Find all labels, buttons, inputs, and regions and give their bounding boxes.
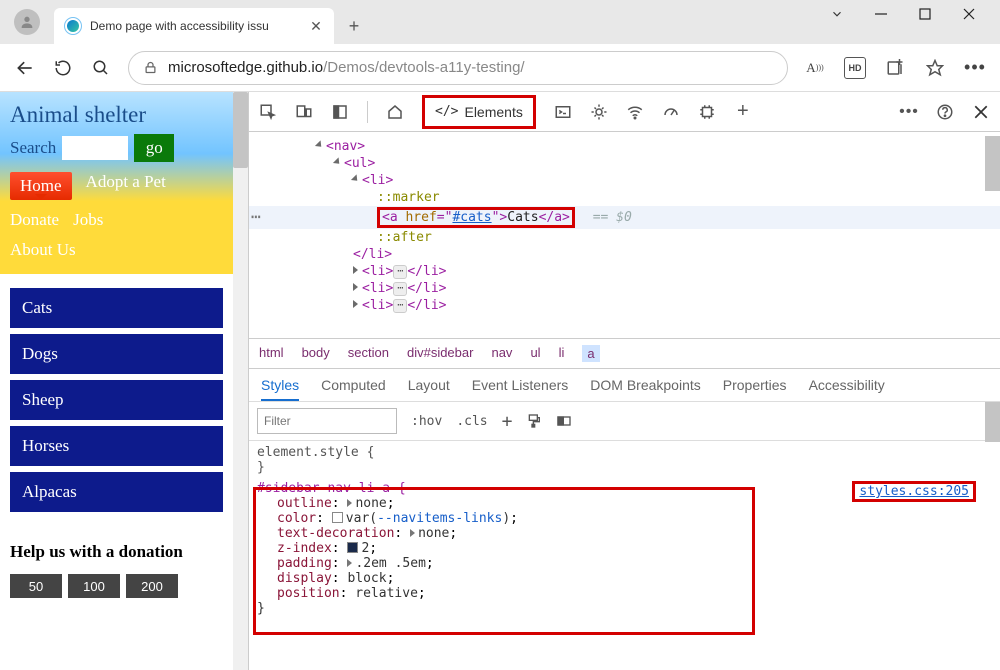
more-icon[interactable]: •••	[964, 57, 986, 79]
refresh-button[interactable]	[52, 57, 74, 79]
paint-icon[interactable]	[526, 413, 542, 429]
tab-styles[interactable]: Styles	[261, 377, 299, 401]
donate-200[interactable]: 200	[126, 574, 178, 598]
console-icon[interactable]	[554, 103, 572, 121]
nav-jobs[interactable]: Jobs	[73, 210, 103, 230]
dom-scrollbar-thumb[interactable]	[985, 136, 1000, 191]
tab-title: Demo page with accessibility issu	[90, 19, 300, 33]
sidebar-item-cats[interactable]: Cats	[10, 288, 223, 328]
favorites-icon[interactable]	[924, 57, 946, 79]
new-rule-icon[interactable]: +	[502, 411, 513, 432]
styles-toolbar: :hov .cls +	[249, 402, 1000, 441]
tab-properties[interactable]: Properties	[723, 377, 787, 393]
url-text: microsoftedge.github.io/Demos/devtools-a…	[168, 59, 525, 76]
back-button[interactable]	[14, 57, 36, 79]
minimize-icon[interactable]	[874, 7, 888, 25]
nav-adopt[interactable]: Adopt a Pet	[86, 172, 166, 200]
cls-toggle[interactable]: .cls	[456, 414, 487, 429]
new-tab-button[interactable]: +	[338, 10, 370, 42]
devtools-more-icon[interactable]: •••	[900, 103, 918, 121]
donation-section: Help us with a donation 50 100 200	[0, 532, 233, 608]
source-link[interactable]: styles.css:205	[852, 481, 976, 502]
more-tabs-icon[interactable]: +	[734, 103, 752, 121]
tab-breakpoints[interactable]: DOM Breakpoints	[590, 377, 700, 393]
donate-100[interactable]: 100	[68, 574, 120, 598]
inspect-icon[interactable]	[259, 103, 277, 121]
profile-avatar[interactable]	[14, 9, 40, 35]
close-icon[interactable]	[962, 7, 976, 25]
memory-icon[interactable]	[698, 103, 716, 121]
network-icon[interactable]	[626, 103, 644, 121]
demo-page: Animal shelter Search go Home Adopt a Pe…	[0, 92, 248, 670]
read-aloud-icon[interactable]: A)))	[804, 57, 826, 79]
flex-icon[interactable]	[556, 413, 572, 429]
browser-toolbar: microsoftedge.github.io/Demos/devtools-a…	[0, 44, 1000, 92]
styles-pane[interactable]: element.style { } styles.css:205 #sideba…	[249, 441, 1000, 670]
performance-icon[interactable]	[662, 103, 680, 121]
help-icon[interactable]	[936, 103, 954, 121]
window-controls	[830, 0, 1000, 38]
search-input[interactable]	[62, 136, 128, 160]
welcome-icon[interactable]	[331, 103, 349, 121]
nav-home[interactable]: Home	[10, 172, 72, 200]
main-nav: Home Adopt a Pet Donate Jobs About Us	[10, 172, 223, 260]
selected-dom-node[interactable]: <a href="#cats">Cats</a> == $0	[249, 206, 1000, 229]
page-scrollbar-thumb[interactable]	[233, 92, 248, 168]
go-button[interactable]: go	[134, 134, 174, 162]
page-scrollbar-track	[233, 92, 248, 670]
search-icon[interactable]	[90, 57, 112, 79]
devtools-panel: </> Elements + ••• <nav> <ul> <li> ::mar…	[248, 92, 1000, 670]
sidebar-item-dogs[interactable]: Dogs	[10, 334, 223, 374]
element-style-rule[interactable]: element.style {	[257, 445, 992, 460]
tab-computed[interactable]: Computed	[321, 377, 386, 393]
browser-tab[interactable]: Demo page with accessibility issu ✕	[54, 8, 334, 44]
tab-accessibility[interactable]: Accessibility	[809, 377, 885, 393]
sidebar-item-alpacas[interactable]: Alpacas	[10, 472, 223, 512]
search-label: Search	[10, 138, 56, 158]
tab-close-icon[interactable]: ✕	[308, 18, 324, 34]
device-icon[interactable]	[295, 103, 313, 121]
sidebar-nav: Cats Dogs Sheep Horses Alpacas	[0, 274, 233, 532]
hd-badge[interactable]: HD	[844, 57, 866, 79]
lock-icon	[143, 60, 158, 75]
dom-tree[interactable]: <nav> <ul> <li> ::marker <a href="#cats"…	[249, 132, 1000, 338]
devtools-tabs: </> Elements + •••	[249, 92, 1000, 132]
tab-listeners[interactable]: Event Listeners	[472, 377, 569, 393]
tab-layout[interactable]: Layout	[408, 377, 450, 393]
dom-breadcrumb[interactable]: html body section div#sidebar nav ul li …	[249, 338, 1000, 369]
styles-scrollbar-thumb[interactable]	[985, 402, 1000, 442]
elements-icon: </>	[435, 104, 458, 119]
styles-tabs: Styles Computed Layout Event Listeners D…	[249, 369, 1000, 402]
tab-elements[interactable]: </> Elements	[422, 95, 536, 129]
nav-donate[interactable]: Donate	[10, 210, 59, 230]
titlebar: Demo page with accessibility issu ✕ +	[0, 0, 1000, 44]
sidebar-item-horses[interactable]: Horses	[10, 426, 223, 466]
page-title: Animal shelter	[10, 102, 223, 128]
chevron-down-icon[interactable]	[830, 7, 844, 25]
nav-about[interactable]: About Us	[10, 240, 223, 260]
home-icon[interactable]	[386, 103, 404, 121]
donation-heading: Help us with a donation	[10, 542, 223, 562]
sources-icon[interactable]	[590, 103, 608, 121]
styles-filter-input[interactable]	[257, 408, 397, 434]
edge-favicon	[64, 17, 82, 35]
donate-50[interactable]: 50	[10, 574, 62, 598]
content-area: Animal shelter Search go Home Adopt a Pe…	[0, 92, 1000, 670]
collections-icon[interactable]	[884, 57, 906, 79]
hov-toggle[interactable]: :hov	[411, 414, 442, 429]
maximize-icon[interactable]	[918, 7, 932, 25]
address-bar[interactable]: microsoftedge.github.io/Demos/devtools-a…	[128, 51, 788, 85]
devtools-close-icon[interactable]	[972, 103, 990, 121]
css-rule[interactable]: styles.css:205 #sidebar nav li a { outli…	[257, 481, 992, 616]
sidebar-item-sheep[interactable]: Sheep	[10, 380, 223, 420]
